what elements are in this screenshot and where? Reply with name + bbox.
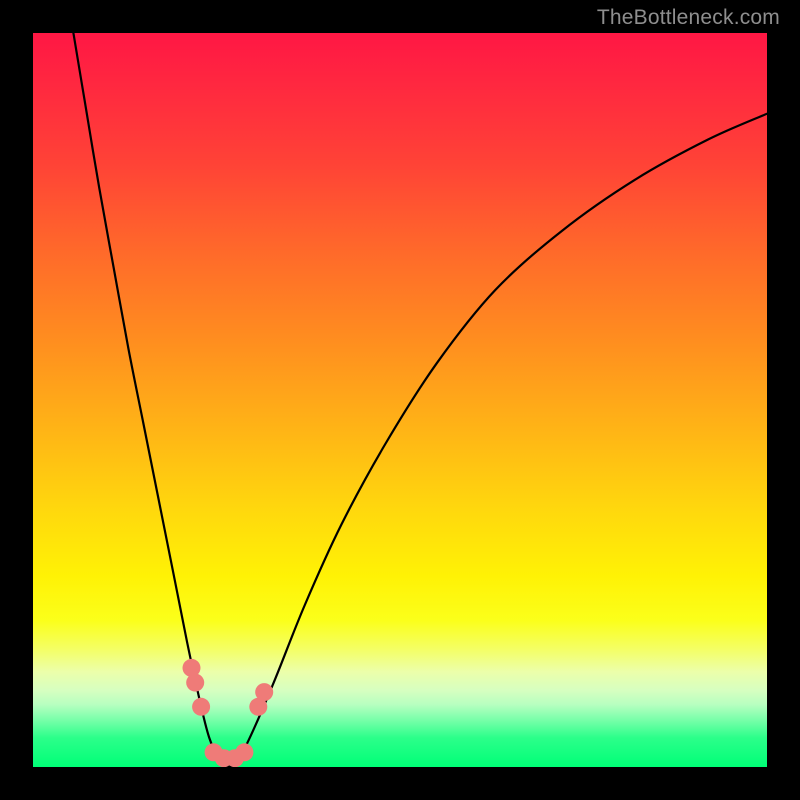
left-cluster-upper-2 — [186, 674, 204, 692]
bottleneck-curve — [73, 33, 767, 767]
chart-frame: TheBottleneck.com — [0, 0, 800, 800]
plot-area — [33, 33, 767, 767]
right-cluster-upper-2 — [255, 683, 273, 701]
curve-svg — [33, 33, 767, 767]
watermark-text: TheBottleneck.com — [597, 6, 780, 30]
valley-floor-4 — [235, 743, 253, 761]
data-points-group — [183, 659, 274, 767]
left-cluster-upper-3 — [192, 698, 210, 716]
